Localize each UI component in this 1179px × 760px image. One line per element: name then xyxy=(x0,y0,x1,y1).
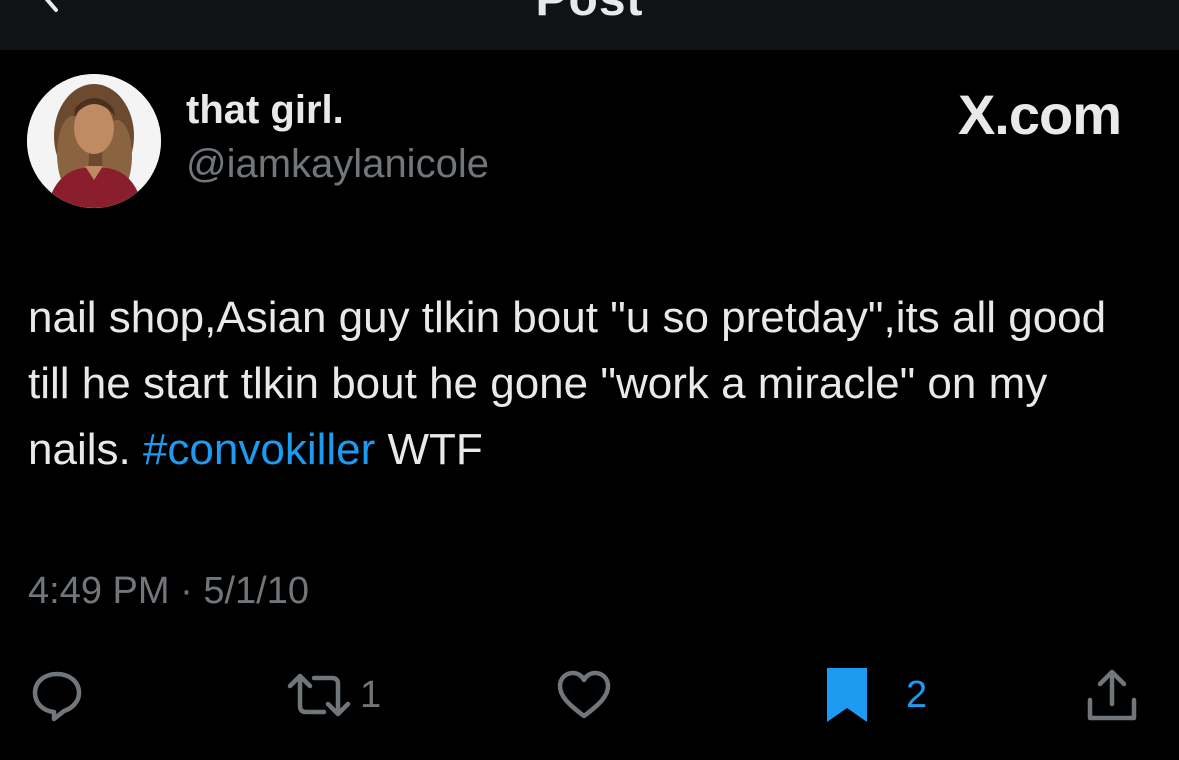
meta-separator: · xyxy=(180,570,193,612)
hashtag-link[interactable]: #convokiller xyxy=(143,425,375,474)
reply-button[interactable] xyxy=(28,660,86,730)
display-name[interactable]: that girl. xyxy=(186,88,344,133)
reply-icon xyxy=(28,666,86,724)
retweet-count: 1 xyxy=(360,673,382,716)
brand-watermark: X.com xyxy=(957,83,1122,146)
avatar[interactable] xyxy=(27,74,161,208)
tweet-text: nail shop,Asian guy tlkin bout "u so pre… xyxy=(28,285,1148,483)
share-icon xyxy=(1084,666,1140,724)
tweet-text-tail: WTF xyxy=(375,425,483,474)
share-button[interactable] xyxy=(1084,660,1140,730)
page-title: Post xyxy=(0,0,1179,27)
action-bar: 1 2 xyxy=(0,660,1179,730)
tweet-timestamp: 4:49 PM · 5/1/10 xyxy=(28,570,309,613)
like-icon xyxy=(554,666,614,724)
bookmark-icon xyxy=(822,664,872,726)
retweet-button[interactable]: 1 xyxy=(284,660,381,730)
bookmark-button[interactable]: 2 xyxy=(822,660,927,730)
bookmark-count: 2 xyxy=(906,673,928,716)
tweet-time: 4:49 PM xyxy=(28,570,170,612)
user-handle[interactable]: @iamkaylanicole xyxy=(186,142,489,187)
like-button[interactable] xyxy=(554,660,614,730)
retweet-icon xyxy=(284,666,354,724)
top-bar: Post xyxy=(0,0,1179,50)
tweet-date[interactable]: 5/1/10 xyxy=(203,570,309,612)
